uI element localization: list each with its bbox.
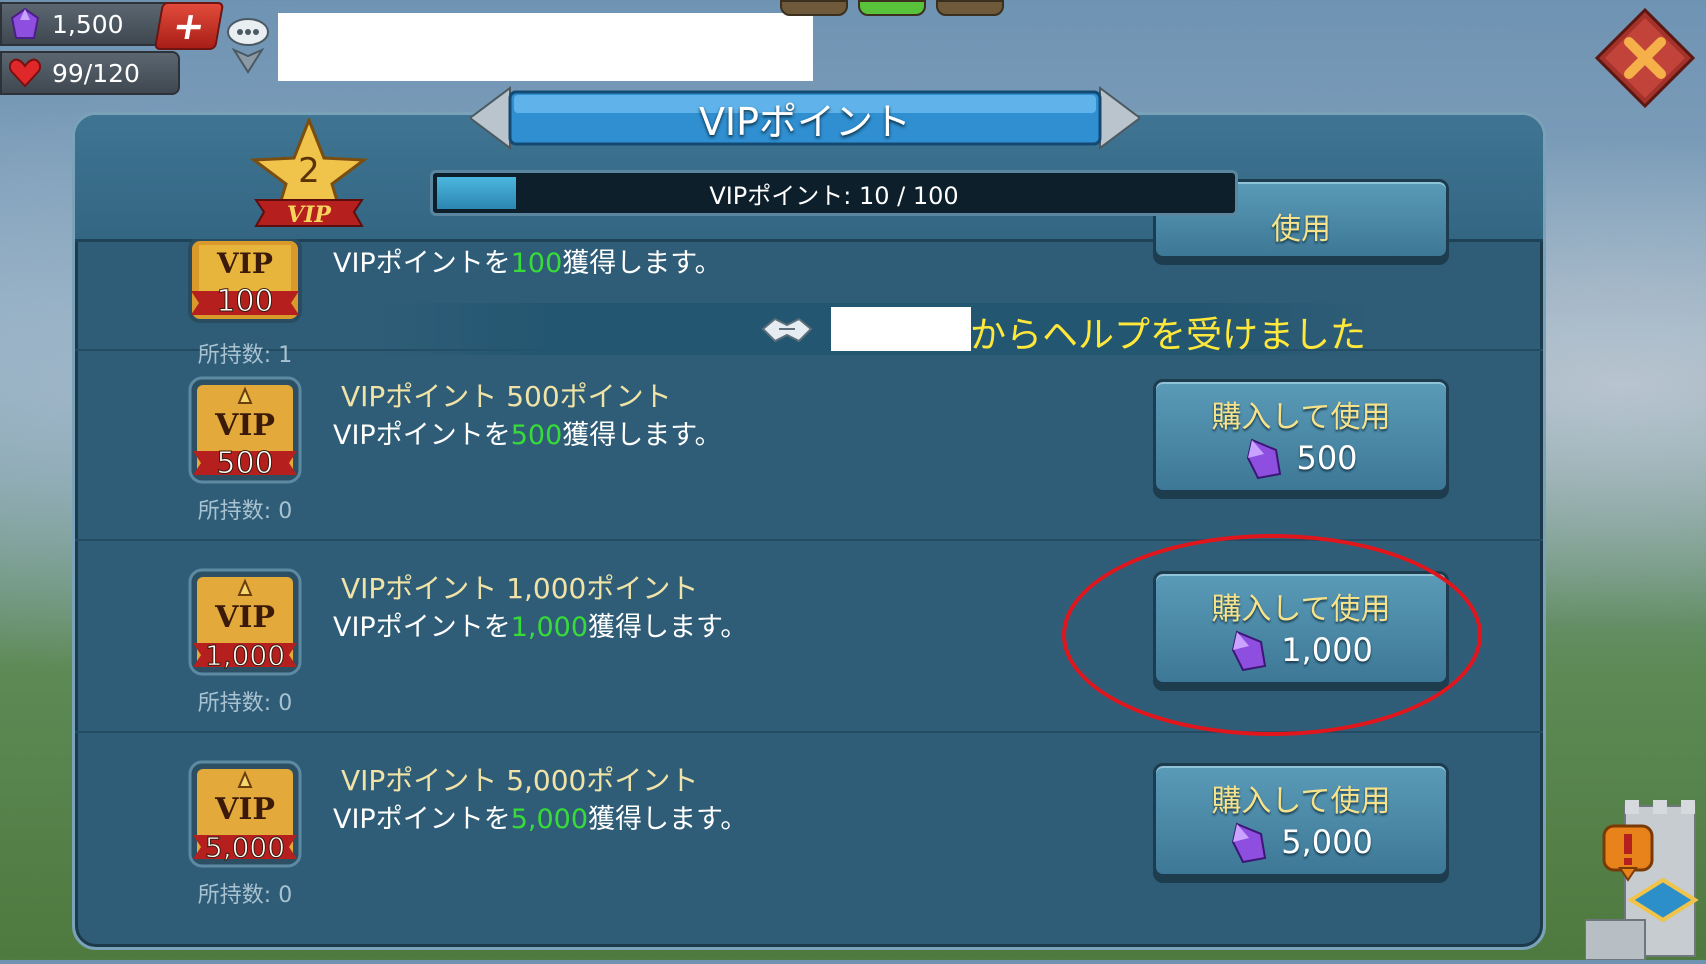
- close-button[interactable]: [1594, 7, 1696, 109]
- vip-level-text: 2: [298, 151, 320, 191]
- gem-icon: [1232, 822, 1267, 864]
- stamina-counter: 99/120: [0, 51, 180, 95]
- list-item: VIP 500 所持数: 0 VIPポイント 500ポイント VIPポイントを5…: [75, 349, 1543, 541]
- badge-top-text: VIP: [214, 600, 275, 635]
- gem-icon: [1247, 438, 1282, 480]
- desc-number: 5,000: [510, 804, 589, 835]
- badge-value-text: 5,000: [205, 831, 285, 864]
- vip-points-panel: VIP 100 所持数: 1 VIPポイントを100獲得します。 使用 からヘル…: [72, 112, 1546, 950]
- tab-indicator: [780, 0, 848, 16]
- badge-top-text: VIP: [216, 247, 273, 280]
- desc-prefix: VIPポイントを: [333, 420, 511, 451]
- item-description: VIPポイントを1,000獲得します。: [333, 605, 747, 644]
- item-title: VIPポイント 1,000ポイント: [341, 572, 699, 605]
- desc-number: 1,000: [510, 612, 589, 643]
- desc-prefix: VIPポイントを: [333, 612, 511, 643]
- item-title: VIPポイント 500ポイント: [341, 380, 672, 413]
- desc-suffix: 獲得します。: [588, 804, 748, 835]
- tab-indicator-active: [858, 0, 926, 16]
- badge-top-text: VIP: [214, 792, 275, 827]
- help-notification: からヘルプを受けました: [375, 303, 1375, 356]
- vip-label-text: VIP: [287, 202, 332, 228]
- vip-item-badge: VIP 1,000: [187, 567, 303, 677]
- add-gems-button[interactable]: +: [153, 2, 225, 50]
- cost-value: 500: [1296, 439, 1358, 477]
- vip-progress-text: VIPポイント: 10 / 100: [709, 181, 959, 210]
- top-tab-indicators: [780, 0, 1004, 16]
- stamina-count: 99/120: [52, 58, 140, 88]
- buy-button-label: 購入して使用: [1211, 784, 1391, 819]
- alert-icon[interactable]: [1600, 822, 1656, 882]
- player-name-redacted: [278, 13, 813, 81]
- buy-button-cost: 500: [1156, 436, 1446, 480]
- desc-prefix: VIPポイントを: [333, 248, 511, 279]
- gem-counter: 1,500: [0, 2, 174, 46]
- desc-suffix: 獲得します。: [562, 420, 722, 451]
- gem-count: 1,500: [52, 9, 124, 39]
- desc-number: 500: [510, 420, 563, 451]
- owned-count: 所持数: 0: [197, 499, 293, 524]
- vip-star-icon: 2 VIP: [249, 115, 369, 230]
- desc-suffix: 獲得します。: [588, 612, 748, 643]
- owned-count: 所持数: 0: [197, 883, 293, 908]
- vip-item-badge: VIP 5,000: [187, 759, 303, 869]
- list-item: VIP 100 所持数: 1 VIPポイントを100獲得します。 使用 からヘル…: [75, 179, 1543, 368]
- item-description: VIPポイントを5,000獲得します。: [333, 797, 747, 836]
- desc-number: 100: [510, 248, 563, 279]
- owned-count: 所持数: 0: [197, 691, 293, 716]
- badge-value-text: 1,000: [205, 639, 285, 672]
- cost-value: 5,000: [1281, 823, 1373, 861]
- badge-value-text: 100: [216, 284, 273, 319]
- list-item: VIP 5,000 所持数: 0 VIPポイント 5,000ポイント VIPポイ…: [75, 733, 1543, 923]
- heart-icon: [8, 56, 42, 90]
- highlight-ring: [1062, 534, 1482, 736]
- helper-name-redacted: [831, 307, 971, 351]
- page-title: VIPポイント: [698, 99, 912, 144]
- buy-and-use-button[interactable]: 購入して使用 500: [1153, 379, 1449, 493]
- buy-and-use-button[interactable]: 購入して使用 5,000: [1153, 763, 1449, 877]
- vip-item-badge: VIP 500: [187, 375, 303, 485]
- badge-value-text: 500: [216, 446, 273, 481]
- buy-button-label: 購入して使用: [1211, 400, 1391, 435]
- item-description: VIPポイントを100獲得します。: [333, 241, 722, 280]
- tab-indicator: [936, 0, 1004, 16]
- buy-button-cost: 5,000: [1156, 820, 1446, 864]
- item-title: VIPポイント 5,000ポイント: [341, 764, 699, 797]
- vip-progress-bar: VIPポイント: 10 / 100: [430, 170, 1238, 216]
- chat-icon[interactable]: [226, 16, 272, 74]
- desc-prefix: VIPポイントを: [333, 804, 511, 835]
- title-banner: VIPポイント: [470, 86, 1140, 150]
- handshake-icon: [761, 311, 813, 347]
- badge-top-text: VIP: [214, 408, 275, 443]
- item-description: VIPポイントを500獲得します。: [333, 413, 722, 452]
- vip-item-badge: VIP 100: [187, 237, 303, 325]
- close-icon: [1594, 7, 1696, 109]
- plus-icon: +: [169, 4, 209, 48]
- gem-icon: [8, 7, 42, 41]
- desc-suffix: 獲得します。: [562, 248, 722, 279]
